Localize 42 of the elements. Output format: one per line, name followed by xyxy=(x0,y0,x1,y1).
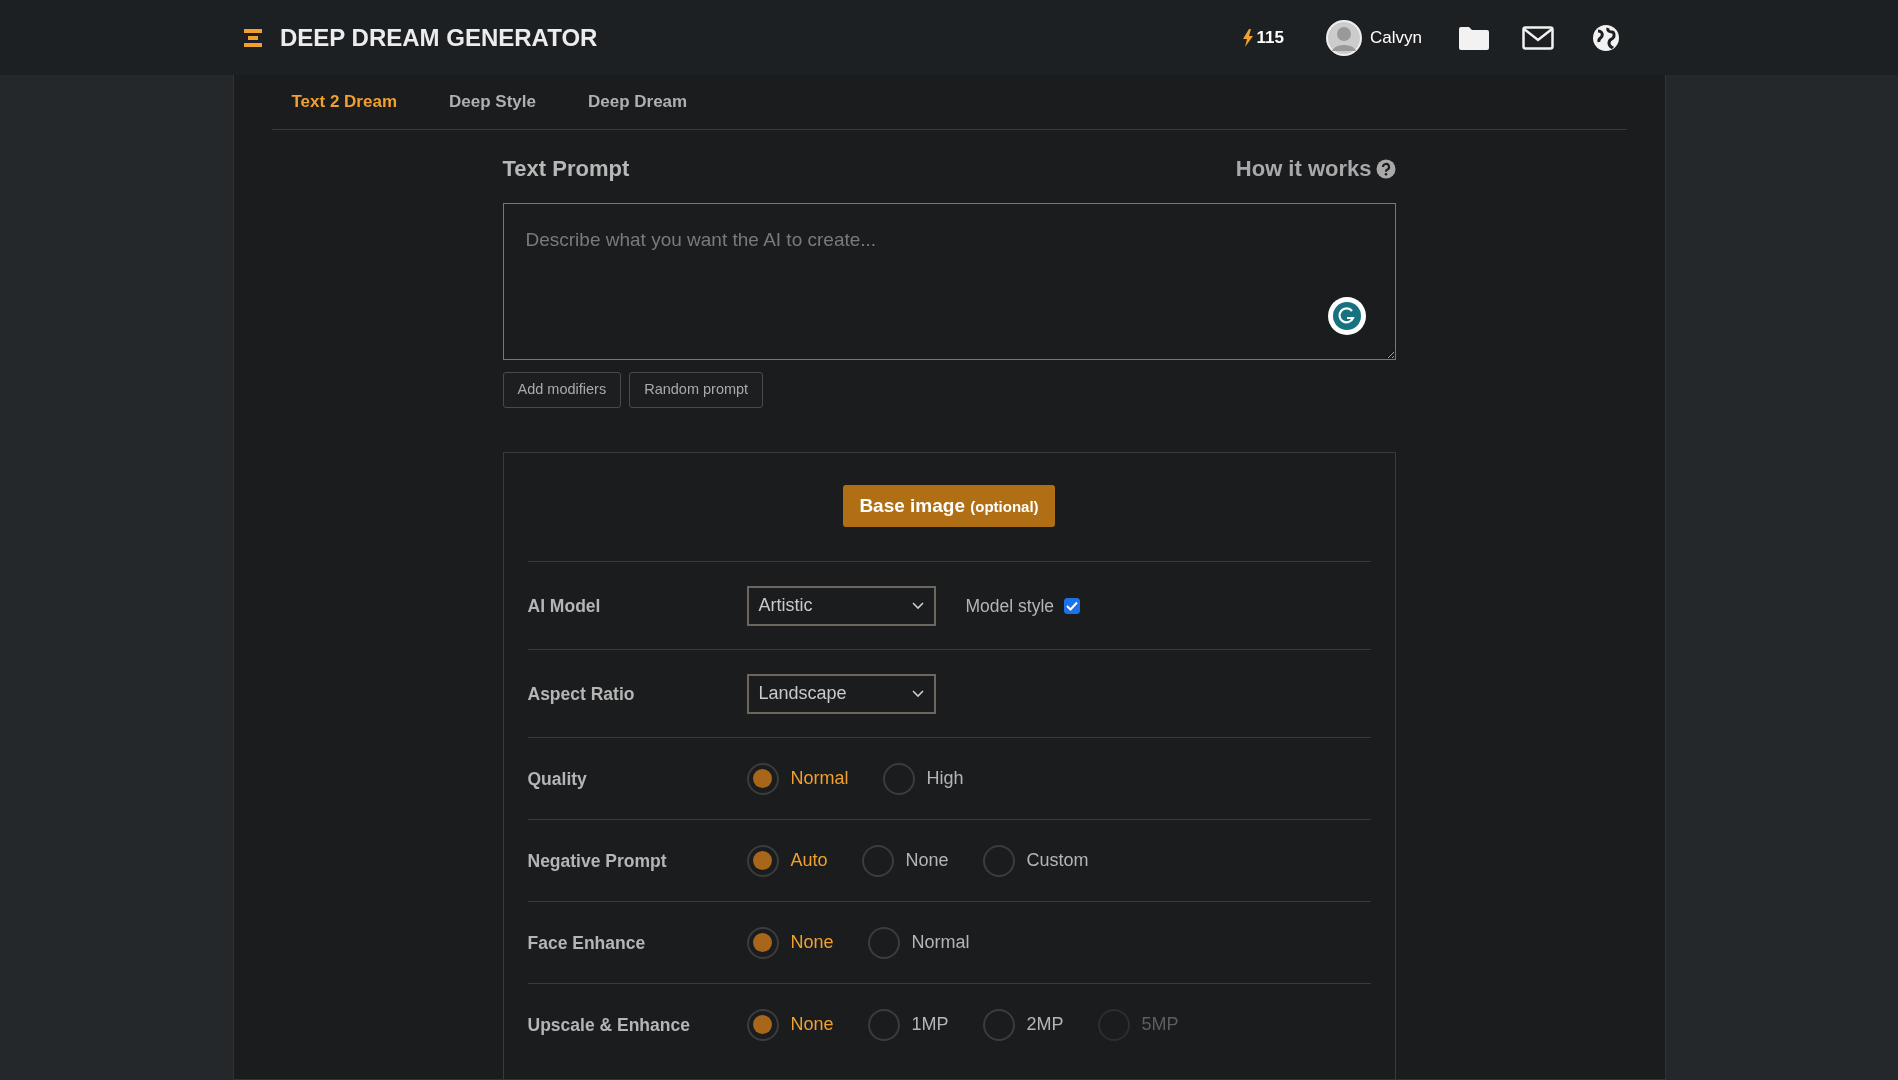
radio-option[interactable]: None xyxy=(746,1008,834,1041)
radio-option[interactable]: Normal xyxy=(746,762,849,795)
how-it-works-link[interactable]: How it works xyxy=(1235,152,1372,185)
radio-option[interactable]: Custom xyxy=(982,844,1089,877)
setting-label: Face Enhance xyxy=(527,931,647,955)
setting-label: Quality xyxy=(527,767,588,791)
help-icon[interactable] xyxy=(1375,158,1396,179)
prompt-field[interactable]: Describe what you want the AI to create... xyxy=(502,203,1396,360)
globe-icon[interactable] xyxy=(1592,23,1620,52)
base-image-button[interactable]: Base image (optional) xyxy=(843,484,1055,528)
tab[interactable]: Deep Style xyxy=(449,89,536,115)
radio-option[interactable]: None xyxy=(861,844,949,877)
checkbox[interactable] xyxy=(1064,597,1080,614)
radio-option[interactable]: 2MP xyxy=(982,1008,1064,1041)
radio-option[interactable]: Normal xyxy=(867,926,970,959)
folder-icon[interactable] xyxy=(1458,24,1490,51)
logo-icon xyxy=(242,26,264,49)
prompt-helper-button[interactable]: Add modifiers xyxy=(502,372,622,408)
radio-option[interactable]: 1MP xyxy=(867,1008,949,1041)
lightning-icon xyxy=(1242,28,1253,47)
avatar-icon[interactable] xyxy=(1326,19,1363,56)
prompt-helper-button[interactable]: Random prompt xyxy=(629,372,764,408)
energy-count: 115 xyxy=(1256,26,1285,49)
site-title: DEEP DREAM GENERATOR xyxy=(280,22,598,53)
setting-label: Aspect Ratio xyxy=(527,682,636,706)
chevron-down-icon xyxy=(911,689,924,698)
username-link[interactable]: Calvyn xyxy=(1370,24,1422,51)
radio-option[interactable]: High xyxy=(882,762,964,795)
chevron-down-icon xyxy=(911,601,924,610)
setting-label: Upscale & Enhance xyxy=(527,1013,691,1037)
checkbox-label: Model style xyxy=(965,594,1054,618)
radio-option[interactable]: None xyxy=(746,926,834,959)
dropdown[interactable]: Landscape xyxy=(746,673,936,714)
tab[interactable]: Text 2 Dream xyxy=(291,89,397,115)
section-heading: Text Prompt xyxy=(502,155,630,183)
radio-option[interactable]: Auto xyxy=(746,844,828,877)
setting-label: Negative Prompt xyxy=(527,849,668,873)
tab[interactable]: Deep Dream xyxy=(587,89,688,115)
grammar-assistant-icon[interactable] xyxy=(1327,297,1366,335)
mail-icon[interactable] xyxy=(1522,25,1554,50)
dropdown[interactable]: Artistic xyxy=(746,585,936,626)
setting-label: AI Model xyxy=(527,594,602,618)
